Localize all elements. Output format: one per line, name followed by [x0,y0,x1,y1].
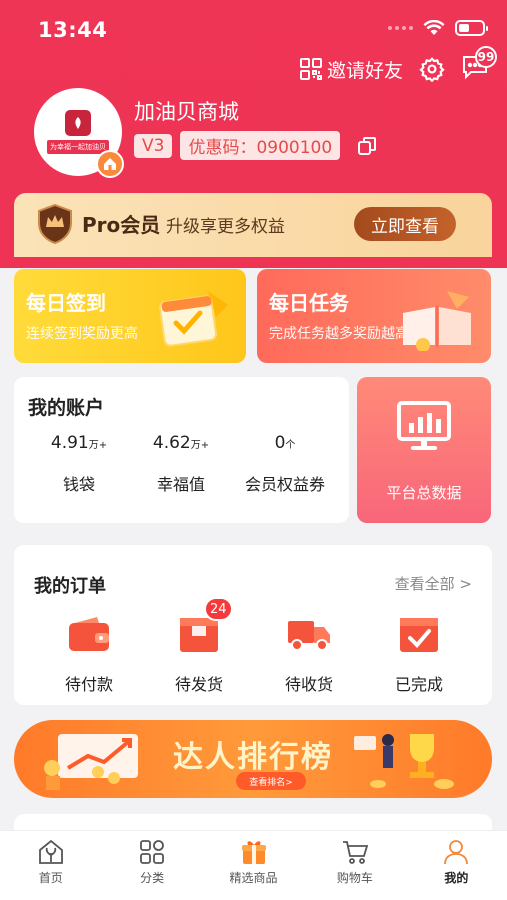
calendar-check-icon [158,291,228,347]
open-book-icon [403,291,471,351]
wifi-icon [423,20,445,35]
messages-button[interactable]: 99 [461,46,497,84]
status-time: 13:44 [38,18,108,42]
coupons-unit: 个 [285,440,296,451]
coupons-label: 会员权益券 [244,475,325,494]
avatar-ribbon: 为幸福一起加油贝 [47,140,109,154]
platform-data-card[interactable]: 平台总数据 [357,377,491,523]
order-pending-receipt-label: 待收货 [284,675,333,694]
daily-checkin-card[interactable]: 每日签到 连续签到奖励更高 [14,269,246,363]
my-orders-card: 我的订单 查看全部 > 待付款 24 待发货 待收货 已完成 [14,545,492,705]
happiness-label: 幸福值 [156,475,205,494]
checkbox-icon [400,618,438,652]
tab-cart-label: 购物车 [336,871,373,885]
daily-checkin-title: 每日签到 [26,291,106,315]
view-now-button[interactable]: 立即查看 [354,207,456,241]
order-pending-shipment-label: 待发货 [174,675,223,694]
battery-icon [455,20,488,36]
user-tags: V3 优惠码：0900100 [134,131,378,160]
my-account-card: 我的账户 4.91万+ 钱袋 4.62万+ 幸福值 0个 会员权益券 [14,377,349,523]
tab-featured[interactable]: 精选商品 [203,831,304,900]
header-actions: 邀请好友 99 [299,46,497,84]
pro-title: Pro会员 [82,213,161,237]
coupons-stat[interactable]: 0个 会员权益券 [230,433,340,495]
bottom-tab-bar: 首页 分类 精选商品 购物车 我的 [0,830,507,900]
coupon-code: 优惠码：0900100 [180,131,341,160]
package-icon [180,618,218,652]
shop-name: 加油贝商城 [134,100,239,124]
level-badge: V3 [134,133,173,158]
shop-home-icon [96,150,124,178]
tab-mine-label: 我的 [444,871,469,885]
copy-icon[interactable] [356,135,378,157]
wallet-value: 4.91 [50,433,89,453]
wallet-label: 钱袋 [62,475,95,494]
invite-label: 邀请好友 [326,59,403,82]
signal-dots-icon [388,26,413,30]
settings-gear-icon[interactable] [419,56,445,82]
gift-icon [241,841,266,864]
wallet-unit: 万+ [88,440,108,451]
ranking-banner[interactable]: 达人排行榜 查看排名> [14,720,492,798]
platform-data-label: 平台总数据 [386,484,462,502]
daily-checkin-subtitle: 连续签到奖励更高 [26,326,138,342]
message-count-badge: 99 [475,46,497,68]
order-pending-shipment[interactable]: 24 待发货 [154,597,244,695]
bar-chart-monitor-icon [397,401,451,450]
avatar[interactable]: 为幸福一起加油贝 [34,88,124,178]
tab-home[interactable]: 首页 [0,831,101,900]
wallet-icon [69,617,109,651]
coupons-value: 0 [274,433,286,453]
daily-task-title: 每日任务 [269,291,349,315]
order-pending-receipt[interactable]: 待收货 [264,613,354,695]
user-icon [444,840,469,865]
wallet-stat[interactable]: 4.91万+ 钱袋 [24,433,134,495]
tab-cart[interactable]: 购物车 [304,831,405,900]
order-pending-payment-label: 待付款 [64,675,113,694]
pro-subtitle: 升级享更多权益 [166,217,285,237]
happiness-stat[interactable]: 4.62万+ 幸福值 [126,433,236,495]
truck-icon [288,621,330,651]
happiness-unit: 万+ [190,440,210,451]
crown-shield-icon [38,203,72,245]
qr-code-icon [299,58,322,80]
tab-mine[interactable]: 我的 [406,831,507,900]
category-icon [140,840,165,864]
tab-featured-label: 精选商品 [229,871,278,885]
trophy-illustration-icon [354,734,454,789]
order-completed[interactable]: 已完成 [374,613,464,695]
order-completed-label: 已完成 [394,675,443,694]
cart-icon [342,841,369,864]
tab-home-label: 首页 [38,871,63,885]
status-bar: 13:44 [0,14,507,46]
account-title: 我的账户 [28,397,105,419]
tab-category[interactable]: 分类 [101,831,202,900]
pending-shipment-badge: 24 [204,597,233,621]
order-pending-payment[interactable]: 待付款 [44,613,134,695]
tab-category-label: 分类 [140,871,165,885]
view-ranking-button[interactable]: 查看排名> [236,772,306,790]
daily-task-subtitle: 完成任务越多奖励越高 [269,326,409,342]
happiness-value: 4.62 [152,433,191,453]
shop-logo-icon [65,110,91,136]
orders-title: 我的订单 [34,576,106,597]
invite-friends-button[interactable]: 邀请好友 [299,56,403,83]
view-all-orders-link[interactable]: 查看全部 > [395,573,472,594]
pro-member-banner[interactable]: Pro会员 升级享更多权益 立即查看 [14,193,492,257]
home-icon [38,839,63,864]
daily-task-card[interactable]: 每日任务 完成任务越多奖励越高 [257,269,491,363]
